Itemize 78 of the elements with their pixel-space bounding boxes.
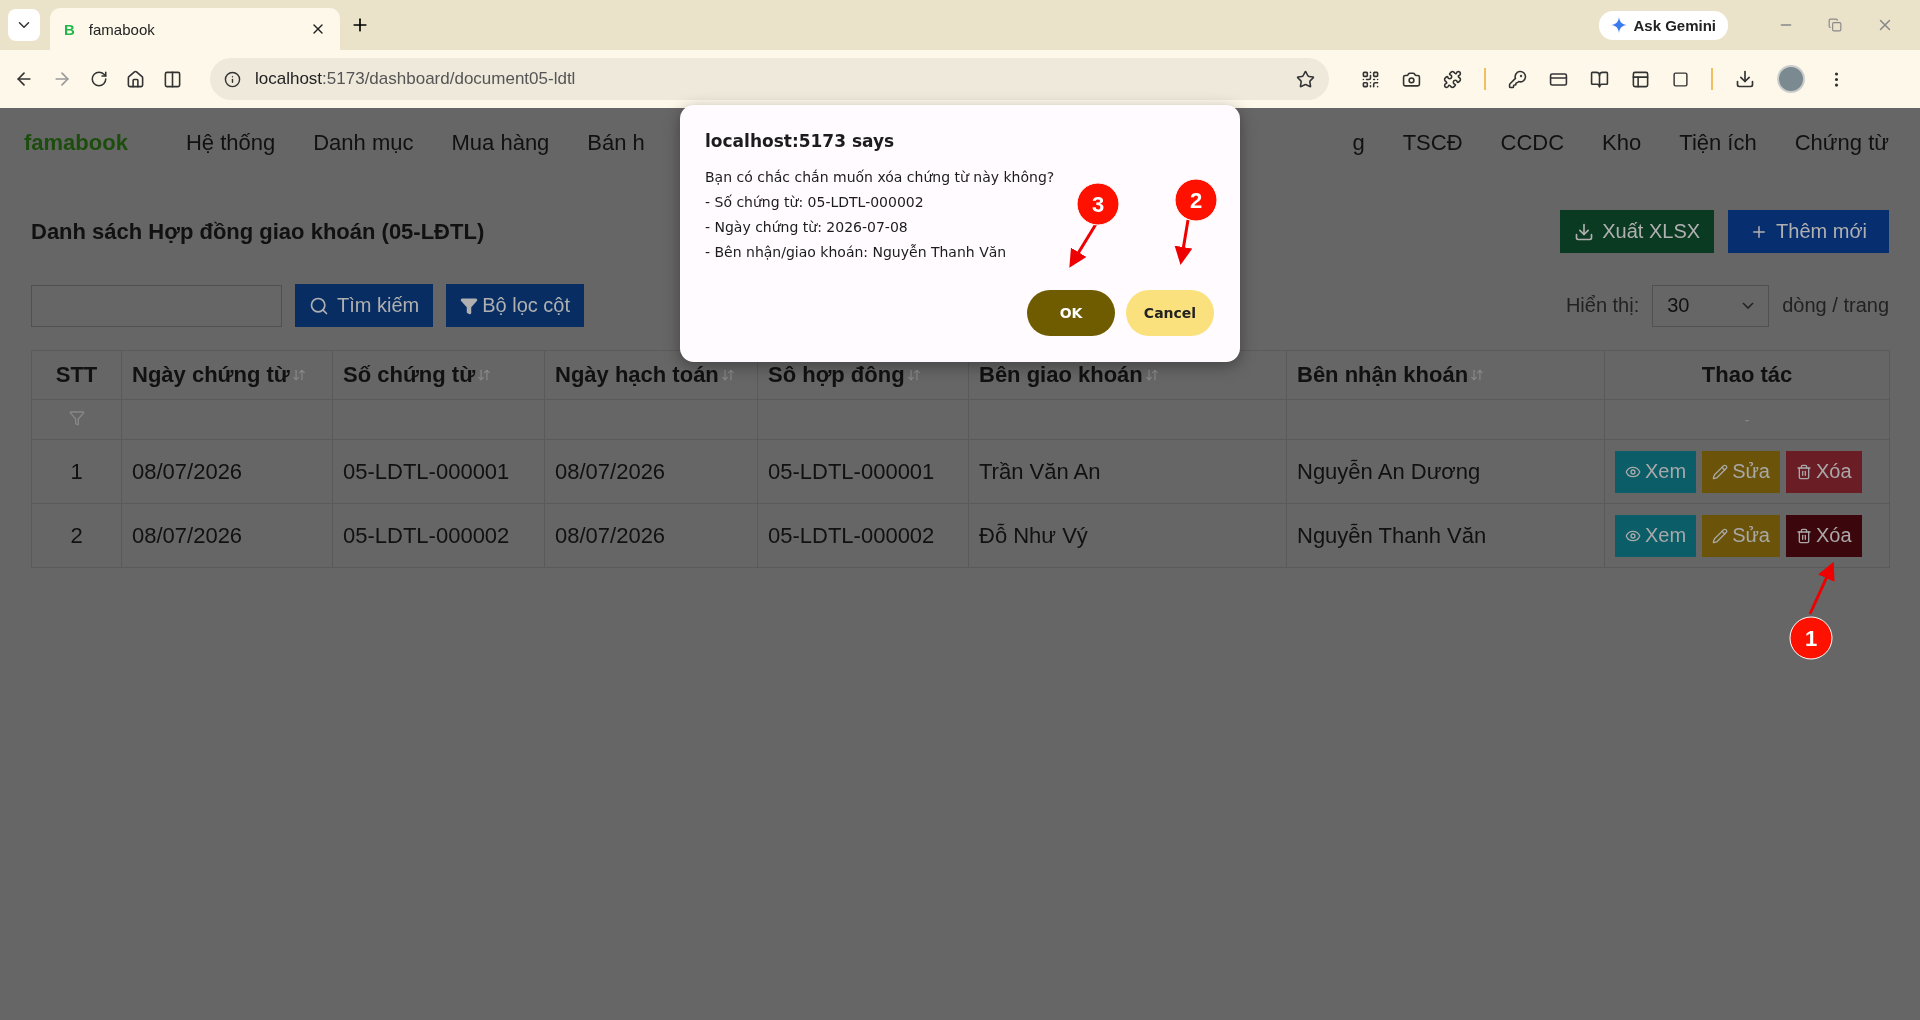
column-header[interactable]: Bên nhận khoán bbox=[1286, 350, 1605, 400]
search-button[interactable]: Tìm kiếm bbox=[295, 284, 434, 327]
download-icon bbox=[1574, 221, 1595, 242]
brand-logo[interactable]: famabook bbox=[24, 130, 128, 156]
table-cell: Nguyễn Thanh Văn bbox=[1286, 503, 1605, 568]
download-icon[interactable] bbox=[1735, 69, 1755, 89]
table-cell: 05-LDTL-000002 bbox=[757, 503, 969, 568]
column-header[interactable]: Số chứng từ bbox=[332, 350, 545, 400]
nav-item[interactable]: Chứng từ bbox=[1794, 130, 1889, 156]
column-header: Thao tác bbox=[1604, 350, 1890, 400]
info-icon[interactable] bbox=[224, 70, 241, 88]
reader-icon[interactable] bbox=[1590, 69, 1609, 89]
table-cell: 05-LDTL-000001 bbox=[332, 439, 545, 504]
table-cell: 05-LDTL-000001 bbox=[757, 439, 969, 504]
export-button[interactable]: Xuất XLSX bbox=[1560, 210, 1715, 253]
edit-button[interactable]: Sửa bbox=[1702, 450, 1780, 493]
nav-item[interactable]: Danh mục bbox=[313, 130, 414, 156]
table-cell: Trần Văn An bbox=[968, 439, 1287, 504]
trash-icon bbox=[1796, 463, 1812, 480]
restore-icon[interactable] bbox=[1828, 18, 1842, 32]
nav-item[interactable]: CCDC bbox=[1500, 130, 1565, 156]
table-cell: 1 bbox=[31, 439, 122, 504]
pencil-icon bbox=[1712, 527, 1729, 544]
address-bar[interactable]: localhost:5173/dashboard/document05-ldtl bbox=[210, 58, 1329, 100]
dialog-message: Bạn có chắc chắn muốn xóa chứng từ này không? bbox=[705, 168, 1055, 187]
table-cell: 08/07/2026 bbox=[544, 503, 758, 568]
search-icon bbox=[309, 295, 329, 316]
page-size-suffix: dòng / trang bbox=[1782, 294, 1889, 317]
trash-icon bbox=[1796, 527, 1812, 544]
key-icon[interactable] bbox=[1508, 69, 1527, 89]
table-cell: 08/07/2026 bbox=[121, 503, 333, 568]
table-cell: 08/07/2026 bbox=[544, 439, 758, 504]
page-title: Danh sách Hợp đồng giao khoán (05-LĐTL) bbox=[31, 218, 485, 245]
table-cell: 05-LDTL-000002 bbox=[332, 503, 545, 568]
gemini-button[interactable]: Ask Gemini bbox=[1599, 10, 1728, 40]
filter-icon bbox=[460, 296, 479, 315]
delete-button[interactable]: Xóa bbox=[1786, 450, 1862, 493]
split-view-icon[interactable] bbox=[163, 69, 182, 89]
cancel-button[interactable]: Cancel bbox=[1126, 290, 1214, 336]
table-cell: 2 bbox=[31, 503, 122, 568]
view-button[interactable]: Xem bbox=[1615, 514, 1697, 557]
nav-item[interactable]: Tiện ích bbox=[1679, 130, 1757, 156]
nav-item[interactable]: Kho bbox=[1602, 130, 1642, 156]
delete-button[interactable]: Xóa bbox=[1786, 514, 1862, 557]
nav-item[interactable]: g bbox=[1352, 130, 1365, 156]
table-cell: 08/07/2026 bbox=[121, 439, 333, 504]
table-cell: Nguyễn An Dương bbox=[1286, 439, 1605, 504]
bookmark-icon[interactable] bbox=[1296, 69, 1315, 89]
nav-item[interactable]: Mua hàng bbox=[451, 130, 550, 156]
panel-icon[interactable] bbox=[1631, 69, 1650, 89]
chevron-down-icon bbox=[1742, 302, 1755, 309]
dialog-message: - Bên nhận/giao khoán: Nguyễn Thanh Văn bbox=[705, 243, 1007, 262]
profile-avatar[interactable] bbox=[1777, 65, 1805, 93]
column-filter-button[interactable]: Bộ lọc cột bbox=[446, 284, 585, 327]
extensions-icon[interactable] bbox=[1443, 69, 1462, 89]
dialog-message: - Số chứng từ: 05-LDTL-000002 bbox=[705, 193, 924, 212]
page-size-label: Hiển thị: bbox=[1565, 294, 1640, 317]
view-button[interactable]: Xem bbox=[1615, 450, 1697, 493]
column-header[interactable]: Ngày chứng từ bbox=[121, 350, 333, 400]
browser-tab[interactable]: B famabook bbox=[50, 8, 340, 50]
home-icon[interactable] bbox=[126, 69, 145, 89]
camera-icon[interactable] bbox=[1402, 69, 1421, 89]
pencil-icon bbox=[1712, 463, 1729, 480]
ok-button[interactable]: OK bbox=[1027, 290, 1115, 336]
column-header: STT bbox=[31, 350, 122, 400]
sparkle-icon bbox=[1611, 17, 1628, 33]
nav-item[interactable]: Hệ thống bbox=[185, 130, 276, 156]
page-size-select[interactable]: 30 bbox=[1652, 284, 1770, 327]
nav-item[interactable]: Bán h bbox=[587, 130, 645, 156]
qr-code-icon[interactable] bbox=[1361, 69, 1380, 89]
dialog-message: - Ngày chứng từ: 2026-07-08 bbox=[705, 218, 908, 237]
dialog-title: localhost:5173 says bbox=[705, 131, 896, 151]
filter-cell: - bbox=[1604, 399, 1890, 440]
add-button[interactable]: Thêm mới bbox=[1728, 210, 1889, 253]
table-cell: Đỗ Như Vý bbox=[968, 503, 1287, 568]
nav-item[interactable]: TSCĐ bbox=[1402, 130, 1463, 156]
edit-button[interactable]: Sửa bbox=[1702, 514, 1780, 557]
reload-icon[interactable] bbox=[90, 70, 108, 88]
